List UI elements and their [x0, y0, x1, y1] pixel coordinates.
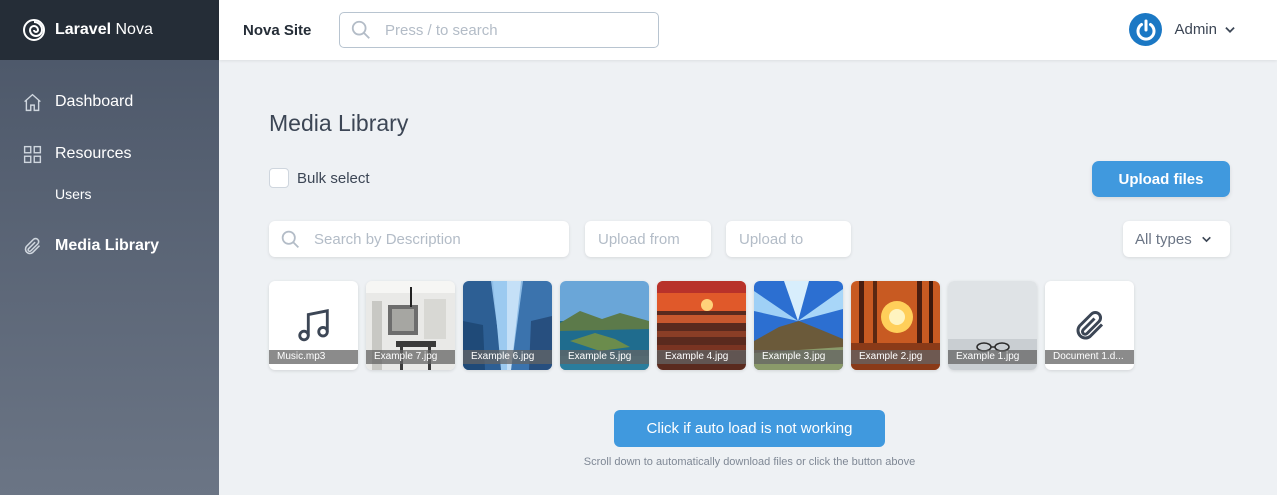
power-icon	[1136, 19, 1156, 41]
file-grid: Music.mp3 Example 7.jpg Example 6.jpg Ex…	[269, 281, 1142, 370]
sidebar-item-label: Dashboard	[55, 93, 134, 110]
file-tile[interactable]: Example 2.jpg	[851, 281, 940, 370]
file-tile[interactable]: Example 3.jpg	[754, 281, 843, 370]
user-name: Admin	[1174, 21, 1217, 38]
site-name[interactable]: Nova Site	[243, 22, 339, 39]
upload-from-input[interactable]	[598, 230, 703, 248]
file-name: Example 1.jpg	[948, 350, 1037, 364]
global-search[interactable]	[339, 12, 659, 48]
description-search[interactable]	[269, 221, 569, 257]
upload-to-input[interactable]	[739, 230, 844, 248]
chevron-down-icon	[1225, 26, 1235, 33]
file-tile[interactable]: Example 5.jpg	[560, 281, 649, 370]
file-tile[interactable]: Example 6.jpg	[463, 281, 552, 370]
file-tile[interactable]: Example 4.jpg	[657, 281, 746, 370]
upload-to-field[interactable]	[726, 221, 851, 257]
paperclip-icon	[24, 237, 41, 254]
file-tile[interactable]: Document 1.d...	[1045, 281, 1134, 370]
sidebar-item-label: Media Library	[55, 237, 160, 254]
bulk-select[interactable]: Bulk select	[269, 168, 370, 188]
search-icon	[281, 230, 299, 248]
music-note-icon	[297, 308, 329, 341]
search-icon	[351, 20, 370, 39]
brand[interactable]: Laravel Nova	[0, 0, 219, 60]
file-tile[interactable]: Example 7.jpg	[366, 281, 455, 370]
home-icon	[24, 93, 41, 111]
grid-icon	[23, 145, 42, 163]
file-name: Example 4.jpg	[657, 350, 746, 364]
user-menu[interactable]: Admin	[1129, 13, 1237, 46]
bulk-select-checkbox[interactable]	[269, 168, 289, 188]
paperclip-icon	[1076, 310, 1103, 339]
sidebar-item-users[interactable]: Users	[0, 184, 219, 204]
type-select-value: All types	[1135, 230, 1192, 248]
sidebar-item-label: Resources	[55, 145, 132, 162]
file-name: Example 2.jpg	[851, 350, 940, 364]
avatar	[1129, 13, 1163, 46]
file-tile[interactable]: Music.mp3	[269, 281, 358, 370]
bulk-select-label: Bulk select	[297, 169, 370, 187]
sidebar-item-media-library[interactable]: Media Library	[0, 234, 219, 258]
description-search-input[interactable]	[314, 230, 564, 248]
file-name: Example 6.jpg	[463, 350, 552, 364]
upload-files-button[interactable]: Upload files	[1092, 161, 1230, 197]
nova-logo-icon	[23, 19, 45, 41]
file-name: Example 3.jpg	[754, 350, 843, 364]
top-bar: Nova Site Admin	[219, 0, 1277, 60]
scroll-hint: Scroll down to automatically download fi…	[583, 456, 916, 468]
auto-load-button[interactable]: Click if auto load is not working	[614, 410, 885, 447]
sidebar-item-resources[interactable]: Resources	[0, 142, 219, 166]
upload-from-field[interactable]	[585, 221, 711, 257]
file-name: Music.mp3	[269, 350, 358, 364]
chevron-down-icon	[1201, 236, 1211, 242]
page-title: Media Library	[269, 110, 409, 136]
file-name: Example 5.jpg	[560, 350, 649, 364]
sidebar: Laravel Nova Dashboard Resources Users M…	[0, 0, 219, 495]
type-select[interactable]: All types	[1123, 221, 1230, 257]
file-name: Example 7.jpg	[366, 350, 455, 364]
brand-name: Laravel Nova	[55, 21, 153, 38]
global-search-input[interactable]	[385, 21, 645, 39]
file-name: Document 1.d...	[1045, 350, 1134, 364]
sidebar-item-dashboard[interactable]: Dashboard	[0, 90, 219, 114]
file-tile[interactable]: Example 1.jpg	[948, 281, 1037, 370]
